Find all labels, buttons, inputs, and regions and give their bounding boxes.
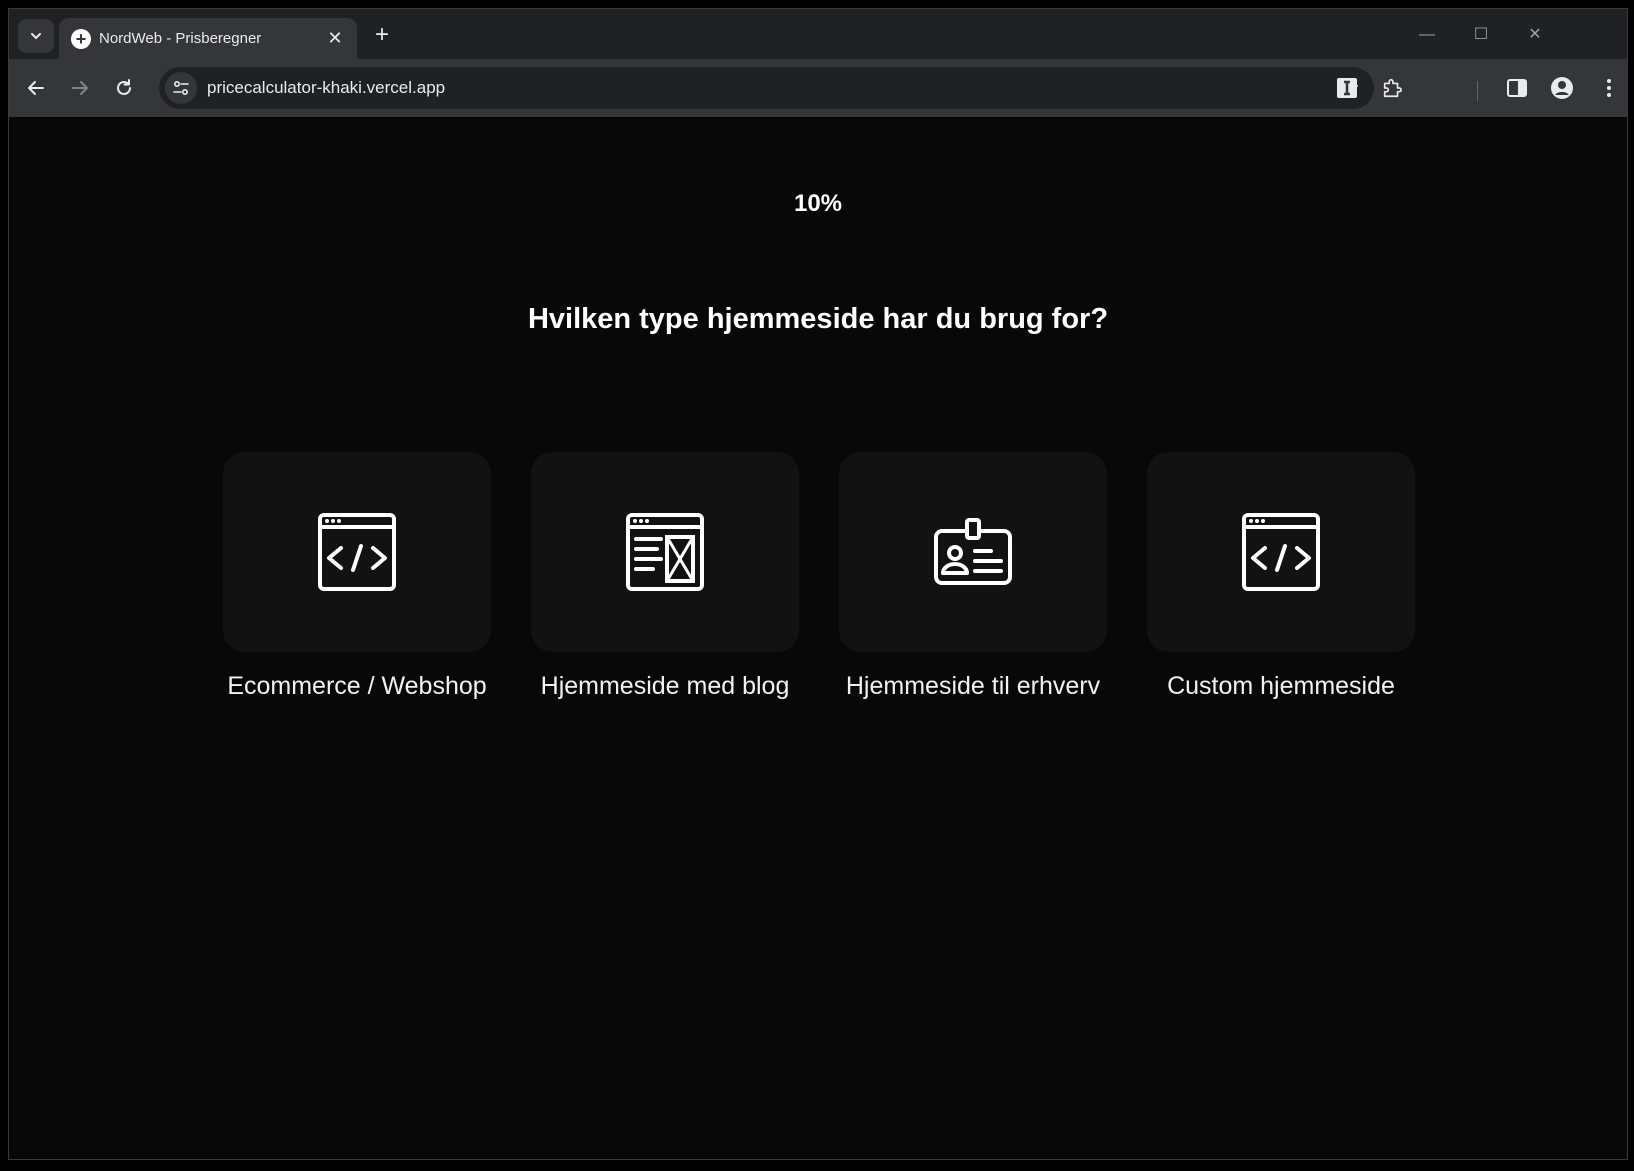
option-label[interactable]: Hjemmeside til erhverv [819,672,1127,701]
extensions-puzzle-icon[interactable] [1377,73,1407,103]
id-badge-icon [934,518,1012,585]
arrow-left-icon [28,81,44,95]
more-menu-icon[interactable] [1594,73,1624,103]
blog-layout-icon [626,513,704,591]
close-window-icon[interactable]: ✕ [1515,23,1555,47]
tab-title: NordWeb - Prisberegner [99,30,262,47]
browser-toolbar: pricecalculator-khaki.vercel.app [9,59,1627,117]
chevron-down-icon [31,33,41,40]
tune-icon [173,80,189,96]
url-text[interactable]: pricecalculator-khaki.vercel.app [207,78,445,98]
option-card[interactable] [1147,452,1415,652]
address-bar[interactable]: pricecalculator-khaki.vercel.app [159,67,1374,109]
option-label[interactable]: Ecommerce / Webshop [203,672,511,701]
option-business[interactable]: Hjemmeside til erhverv [839,452,1129,712]
close-tab-icon[interactable]: ✕ [325,28,345,48]
option-label[interactable]: Hjemmeside med blog [511,672,819,701]
maximize-icon[interactable]: ☐ [1461,23,1501,47]
arrow-right-icon [72,81,88,95]
profile-avatar-icon[interactable] [1547,73,1577,103]
forward-button[interactable] [65,73,95,103]
instapaper-extension-icon[interactable] [1332,73,1362,103]
tab-strip: + NordWeb - Prisberegner ✕ + — ☐ ✕ [9,9,1627,59]
reload-icon [117,79,131,95]
option-blog[interactable]: Hjemmeside med blog [531,452,821,712]
plus-circle-icon: + [71,29,91,49]
reload-button[interactable] [109,73,139,103]
site-info-button[interactable] [165,72,197,104]
option-label[interactable]: Custom hjemmeside [1127,672,1435,701]
toolbar-divider [1477,81,1478,101]
code-window-icon [1242,513,1320,591]
browser-tab[interactable]: + NordWeb - Prisberegner ✕ [59,18,357,59]
progress-percent: 10% [793,190,843,217]
option-ecommerce[interactable]: Ecommerce / Webshop [223,452,513,712]
code-window-icon [318,513,396,591]
tab-search-button[interactable] [18,19,54,53]
page-content: 10% Hvilken type hjemmeside har du brug … [9,117,1627,1159]
minimize-icon[interactable]: — [1407,23,1447,47]
side-panel-icon[interactable] [1502,73,1532,103]
option-card[interactable] [223,452,491,652]
option-card[interactable] [839,452,1107,652]
browser-window: + NordWeb - Prisberegner ✕ + — ☐ ✕ price… [8,8,1628,1160]
question-heading: Hvilken type hjemmeside har du brug for? [527,303,1109,335]
new-tab-button[interactable]: + [369,23,395,49]
option-custom[interactable]: Custom hjemmeside [1147,452,1437,712]
option-card[interactable] [531,452,799,652]
back-button[interactable] [21,73,51,103]
